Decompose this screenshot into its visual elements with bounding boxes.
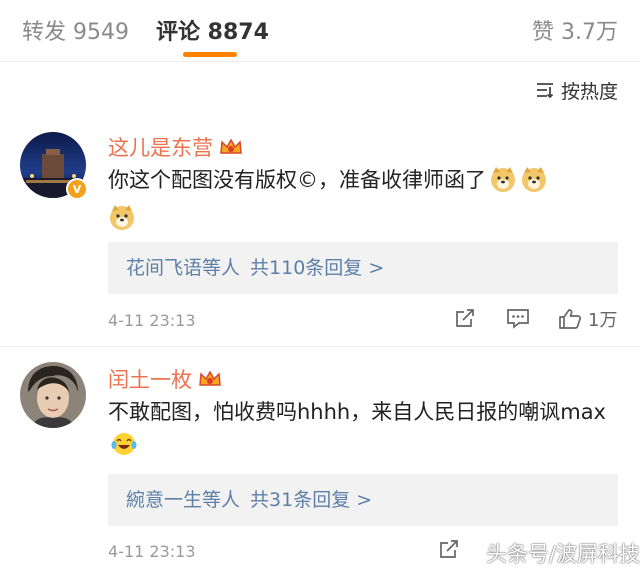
comment-tabs: 转发 9549 评论 8874 赞 3.7万 [0, 0, 640, 62]
reply-count-link[interactable]: 共110条回复 > [250, 257, 384, 279]
sort-icon [536, 83, 554, 99]
comment-time: 4-11 23:13 [108, 542, 196, 561]
sort-by-hot-button[interactable]: 按热度 [535, 78, 618, 103]
replies-preview[interactable]: 綩意一生等人 共31条回复 > [108, 474, 618, 526]
crown-badge-icon [199, 370, 221, 386]
share-icon [440, 540, 458, 558]
doge-emoji-icon [489, 165, 517, 202]
thumbs-up-icon [559, 309, 581, 329]
doge-emoji-icon [108, 203, 136, 240]
reply-names[interactable]: 綩意一生等人 [126, 489, 240, 511]
sort-label: 按热度 [560, 80, 618, 103]
comment-icon [507, 309, 529, 329]
like-button[interactable]: 1万 [558, 306, 617, 332]
comment-text: 不敢配图，怕收费吗hhhh，来自人民日报的嘲讽max [108, 396, 618, 466]
active-tab-indicator [183, 52, 237, 57]
comment-username[interactable]: 这儿是东营 [108, 132, 243, 162]
comment-divider [0, 346, 640, 347]
tab-repost[interactable]: 转发 9549 [22, 14, 129, 46]
reply-count-link[interactable]: 共31条回复 > [250, 489, 372, 511]
comment-text: 你这个配图没有版权©，准备收律师函了 [108, 164, 618, 240]
repost-button[interactable] [454, 307, 476, 329]
laughing-tears-emoji-icon [111, 431, 137, 466]
avatar[interactable] [20, 362, 86, 428]
verified-badge-icon: V [66, 178, 88, 200]
tab-comments[interactable]: 评论 8874 [156, 14, 269, 46]
reply-button[interactable] [506, 307, 530, 329]
comment-time: 4-11 23:13 [108, 311, 196, 330]
like-count: 1万 [588, 310, 618, 331]
repost-button[interactable] [438, 538, 460, 560]
watermark-text: 头条号/波屏科技 [486, 542, 640, 566]
doge-emoji-icon [520, 165, 548, 202]
tab-likes[interactable]: 赞 3.7万 [532, 14, 618, 46]
share-icon [456, 309, 474, 327]
replies-preview[interactable]: 花间飞语等人 共110条回复 > [108, 242, 618, 294]
crown-badge-icon [220, 138, 242, 154]
comment-username[interactable]: 闰土一枚 [108, 364, 222, 394]
reply-names[interactable]: 花间飞语等人 [126, 257, 240, 279]
